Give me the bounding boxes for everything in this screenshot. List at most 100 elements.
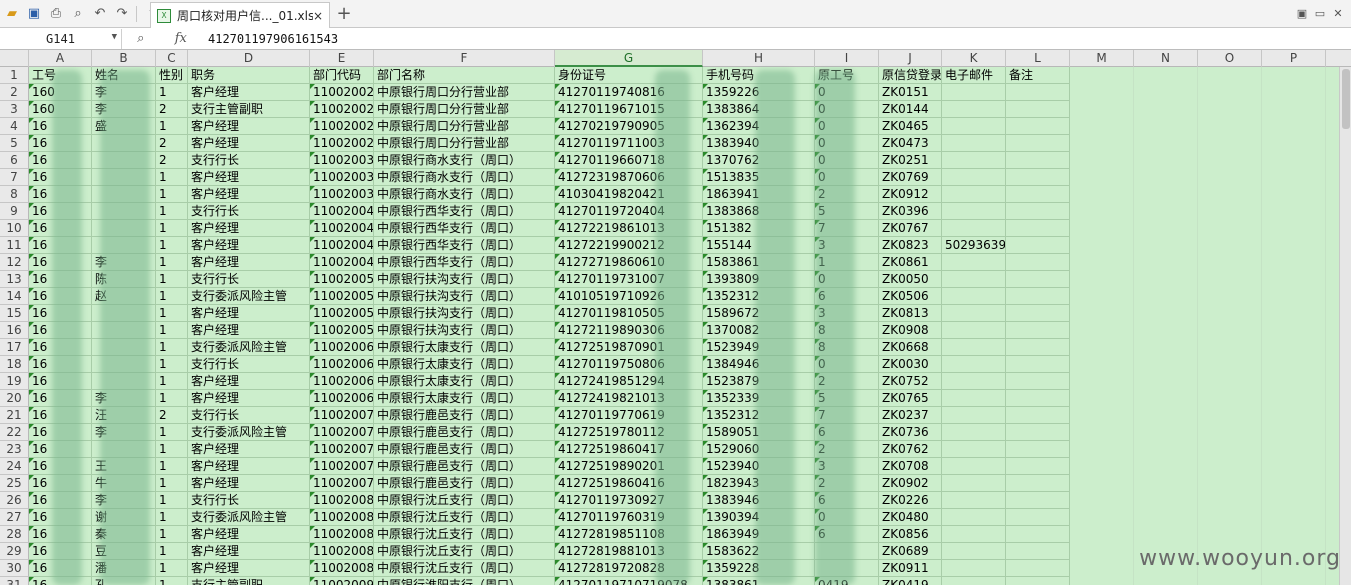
column-header-n[interactable]: N [1134,50,1198,67]
table-cell[interactable]: 1 [156,509,188,526]
table-cell[interactable] [942,203,1006,220]
row-header[interactable]: 13 [0,271,29,288]
table-cell[interactable] [1070,288,1134,305]
table-cell[interactable]: 1 [156,543,188,560]
table-cell[interactable]: ZK0151 [879,84,942,101]
header-cell[interactable] [1262,67,1326,84]
table-cell[interactable] [1070,339,1134,356]
table-cell[interactable]: 11002004 [310,203,374,220]
table-cell[interactable]: 11002002 [310,101,374,118]
table-cell[interactable] [1070,186,1134,203]
table-cell[interactable] [1070,509,1134,526]
table-cell[interactable]: ZK0908 [879,322,942,339]
table-cell[interactable]: 支行委派风险主管 [188,339,310,356]
table-cell[interactable] [1006,407,1070,424]
row-header[interactable]: 26 [0,492,29,509]
print-icon[interactable]: ⎙ [46,4,66,24]
table-cell[interactable] [1070,271,1134,288]
table-cell[interactable] [1006,339,1070,356]
table-cell[interactable] [1006,220,1070,237]
table-cell[interactable]: 2 [156,101,188,118]
table-cell[interactable]: 中原银行鹿邑支行（周口） [374,407,555,424]
table-cell[interactable] [1134,356,1198,373]
table-cell[interactable]: 客户经理 [188,305,310,322]
table-cell[interactable]: 1 [156,526,188,543]
table-cell[interactable] [1198,237,1262,254]
table-cell[interactable]: 客户经理 [188,560,310,577]
row-header[interactable]: 10 [0,220,29,237]
table-cell[interactable]: 中原银行太康支行（周口） [374,356,555,373]
function-icon[interactable]: fx [175,31,187,46]
table-cell[interactable] [1070,237,1134,254]
table-cell[interactable] [1262,203,1326,220]
table-cell[interactable] [942,169,1006,186]
table-cell[interactable]: ZK0506 [879,288,942,305]
header-cell[interactable]: 职务 [188,67,310,84]
table-cell[interactable]: 11002007 [310,407,374,424]
header-cell[interactable]: 部门名称 [374,67,555,84]
column-header-o[interactable]: O [1198,50,1262,67]
row-header[interactable]: 14 [0,288,29,305]
table-cell[interactable]: 1 [156,220,188,237]
table-cell[interactable] [1134,373,1198,390]
column-header-p[interactable]: P [1262,50,1326,67]
table-cell[interactable] [1134,441,1198,458]
table-cell[interactable]: 中原银行周口分行营业部 [374,135,555,152]
table-cell[interactable] [942,356,1006,373]
table-cell[interactable]: ZK0911 [879,560,942,577]
table-cell[interactable]: 11002003 [310,169,374,186]
table-cell[interactable]: 中原银行西华支行（周口） [374,220,555,237]
row-header[interactable]: 7 [0,169,29,186]
table-cell[interactable] [1134,220,1198,237]
table-cell[interactable]: 1 [156,560,188,577]
table-cell[interactable]: 客户经理 [188,237,310,254]
table-cell[interactable] [1006,237,1070,254]
table-cell[interactable] [1134,577,1198,585]
table-cell[interactable] [1198,390,1262,407]
table-cell[interactable] [1006,271,1070,288]
table-cell[interactable] [1198,407,1262,424]
table-cell[interactable]: 中原银行沈丘支行（周口） [374,509,555,526]
scrollbar-thumb[interactable] [1342,69,1350,129]
row-header[interactable]: 30 [0,560,29,577]
column-header-i[interactable]: I [815,50,879,67]
table-cell[interactable] [1198,288,1262,305]
table-cell[interactable] [942,271,1006,288]
table-cell[interactable] [1134,237,1198,254]
table-cell[interactable] [942,492,1006,509]
table-cell[interactable] [1006,152,1070,169]
row-header[interactable]: 19 [0,373,29,390]
table-cell[interactable]: 2 [156,135,188,152]
table-cell[interactable] [942,322,1006,339]
table-cell[interactable]: ZK0823 [879,237,942,254]
table-cell[interactable]: 中原银行太康支行（周口） [374,339,555,356]
table-cell[interactable]: 11002003 [310,152,374,169]
table-cell[interactable]: ZK0144 [879,101,942,118]
column-header-m[interactable]: M [1070,50,1134,67]
table-cell[interactable]: 中原银行鹿邑支行（周口） [374,441,555,458]
table-cell[interactable]: 中原银行鹿邑支行（周口） [374,475,555,492]
table-cell[interactable]: 支行主管副职 [188,101,310,118]
table-cell[interactable]: 1 [156,118,188,135]
table-cell[interactable]: 中原银行扶沟支行（周口） [374,288,555,305]
column-header-k[interactable]: K [942,50,1006,67]
table-cell[interactable] [942,152,1006,169]
header-cell[interactable]: 性别 [156,67,188,84]
table-cell[interactable]: 11002009 [310,577,374,585]
table-cell[interactable]: 1 [156,577,188,585]
table-cell[interactable]: 11002005 [310,322,374,339]
table-cell[interactable] [1198,509,1262,526]
table-cell[interactable]: 中原银行鹿邑支行（周口） [374,424,555,441]
table-cell[interactable]: 11002006 [310,339,374,356]
table-cell[interactable]: 中原银行周口分行营业部 [374,84,555,101]
table-cell[interactable] [1198,441,1262,458]
table-cell[interactable] [1070,373,1134,390]
header-cell[interactable]: 电子邮件 [942,67,1006,84]
table-cell[interactable]: 1 [156,356,188,373]
table-cell[interactable]: 1 [156,186,188,203]
row-header[interactable]: 21 [0,407,29,424]
table-cell[interactable] [1070,424,1134,441]
name-box-dropdown-icon[interactable]: ▼ [112,32,117,42]
table-cell[interactable] [1006,135,1070,152]
row-header[interactable]: 4 [0,118,29,135]
